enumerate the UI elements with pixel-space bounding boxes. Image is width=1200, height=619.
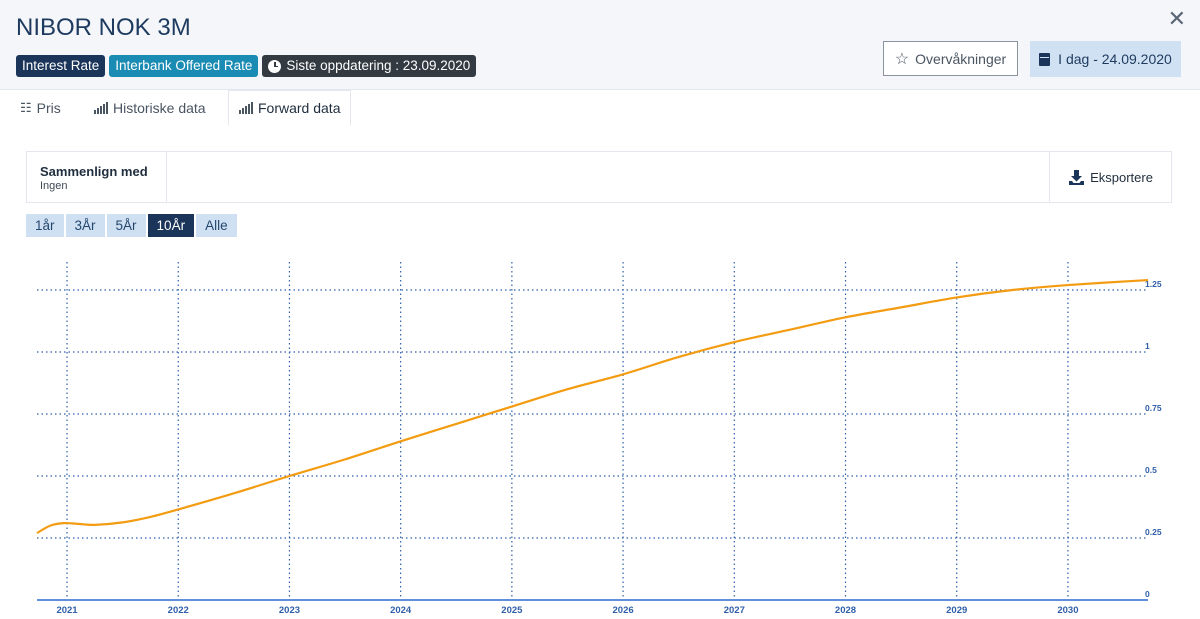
x-tick-label: 2029 <box>946 605 967 616</box>
compare-label: Sammenlign med <box>40 164 148 179</box>
close-icon[interactable]: ✕ <box>1168 6 1186 32</box>
page-title: NIBOR NOK 3M <box>16 14 191 41</box>
x-axis-labels: 2021 2022 2023 2024 2025 2026 2027 2028 2029 2030 <box>56 605 1078 616</box>
date-button[interactable]: I dag - 24.09.2020 <box>1030 41 1181 77</box>
watch-button[interactable]: ☆ Overvåkninger <box>883 41 1018 76</box>
badge-row: Interest Rate Interbank Offered Rate Sis… <box>16 55 477 77</box>
x-tick-label: 2021 <box>56 605 78 616</box>
calendar-icon <box>1039 52 1051 66</box>
category-badge: Interbank Offered Rate <box>109 55 259 77</box>
updated-badge: Siste oppdatering : 23.09.2020 <box>262 55 477 77</box>
x-tick-label: 2024 <box>390 605 412 616</box>
range-10y[interactable]: 10År <box>147 214 195 237</box>
tab-label: Forward data <box>258 100 341 116</box>
y-tick-label: 0.5 <box>1145 465 1157 475</box>
star-icon: ☆ <box>894 50 910 68</box>
forward-curve-line <box>36 278 1149 535</box>
range-1y[interactable]: 1år <box>26 214 64 237</box>
type-badge: Interest Rate <box>16 55 106 77</box>
y-tick-label: 0.25 <box>1145 527 1162 537</box>
tab-historiske-data[interactable]: Historiske data <box>94 90 206 125</box>
toolbar-panel: Sammenlign med Ingen Eksportere <box>26 151 1172 203</box>
x-tick-label: 2030 <box>1057 605 1078 616</box>
updated-text: Siste oppdatering : 23.09.2020 <box>286 58 471 73</box>
x-tick-label: 2027 <box>724 605 745 616</box>
list-icon: ☷ <box>20 99 32 115</box>
range-all[interactable]: Alle <box>196 214 237 237</box>
tab-bar: ☷ Pris Historiske data Forward data <box>0 90 1200 126</box>
bar-chart-icon <box>239 102 253 114</box>
x-tick-label: 2026 <box>613 605 634 616</box>
x-tick-label: 2022 <box>168 605 189 616</box>
tab-label: Pris <box>36 99 61 116</box>
date-label: I dag - 24.09.2020 <box>1058 51 1172 67</box>
tab-pris[interactable]: ☷ Pris <box>20 90 61 125</box>
range-5y[interactable]: 5År <box>106 214 146 237</box>
range-selector: 1år 3År 5År 10År Alle <box>26 214 237 237</box>
watch-label: Overvåkninger <box>915 50 1007 67</box>
forward-chart: 2021 2022 2023 2024 2025 2026 2027 2028 2029 2030… <box>36 262 1162 616</box>
x-tick-label: 2025 <box>501 605 523 616</box>
y-tick-label: 0.75 <box>1145 403 1162 413</box>
vertical-gridlines <box>66 262 1069 600</box>
clock-icon <box>268 59 282 73</box>
tab-forward-data[interactable]: Forward data <box>228 90 352 126</box>
x-tick-label: 2028 <box>835 605 856 616</box>
export-button[interactable]: Eksportere <box>1049 152 1171 202</box>
export-label: Eksportere <box>1090 169 1153 185</box>
range-3y[interactable]: 3År <box>65 214 105 237</box>
y-axis-labels: 00.250.50.7511.25 <box>1145 279 1162 599</box>
tab-label: Historiske data <box>113 99 206 116</box>
bar-chart-icon <box>94 101 108 114</box>
x-tick-label: 2023 <box>279 605 300 616</box>
compare-value: Ingen <box>40 180 68 192</box>
header: NIBOR NOK 3M ✕ Interest Rate Interbank O… <box>0 0 1200 90</box>
horizontal-gridlines <box>37 289 1148 539</box>
download-icon <box>1069 169 1085 185</box>
y-tick-label: 1 <box>1145 341 1150 351</box>
compare-selector[interactable]: Sammenlign med Ingen <box>27 152 167 202</box>
y-tick-label: 0 <box>1145 589 1150 599</box>
